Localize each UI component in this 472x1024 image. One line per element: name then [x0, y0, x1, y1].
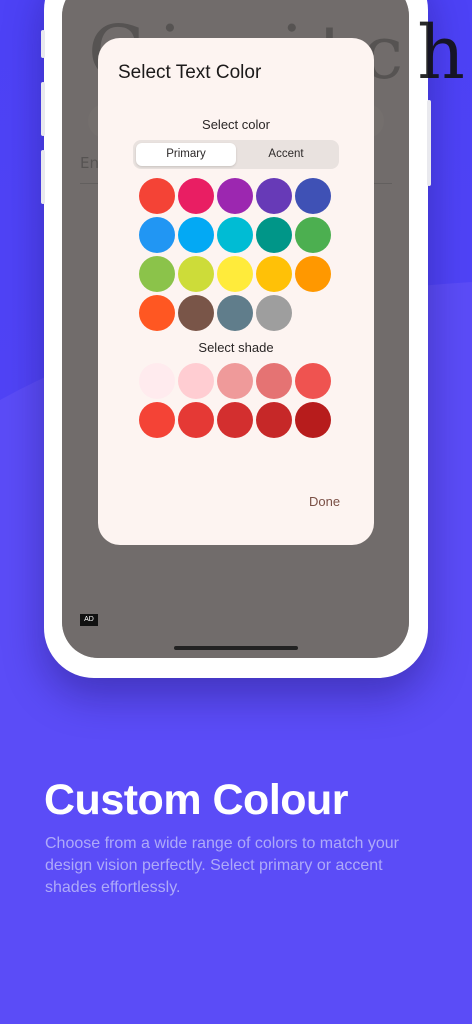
color-swatch[interactable]: [295, 256, 331, 292]
shade-swatch[interactable]: [256, 402, 292, 438]
home-indicator: [174, 646, 298, 650]
shade-swatch[interactable]: [256, 363, 292, 399]
color-swatch[interactable]: [256, 217, 292, 253]
shade-swatch[interactable]: [295, 363, 331, 399]
palette-toggle: Primary Accent: [133, 140, 339, 169]
color-swatch[interactable]: [217, 256, 253, 292]
color-swatch[interactable]: [139, 217, 175, 253]
color-swatch[interactable]: [217, 178, 253, 214]
color-picker-dialog: Select Text Color Select color Primary A…: [98, 38, 374, 545]
color-swatch[interactable]: [217, 217, 253, 253]
color-swatch[interactable]: [139, 178, 175, 214]
color-swatch[interactable]: [295, 178, 331, 214]
done-button[interactable]: Done: [309, 494, 340, 509]
shade-swatch[interactable]: [178, 402, 214, 438]
shade-swatch[interactable]: [139, 363, 175, 399]
color-swatch[interactable]: [256, 178, 292, 214]
select-shade-label: Select shade: [198, 340, 274, 355]
shade-swatch[interactable]: [295, 402, 331, 438]
color-swatch[interactable]: [139, 256, 175, 292]
color-swatch[interactable]: [139, 295, 175, 331]
phone-side-button: [41, 82, 45, 136]
color-swatch[interactable]: [217, 295, 253, 331]
color-swatch[interactable]: [256, 256, 292, 292]
feature-description: Choose from a wide range of colors to ma…: [45, 835, 399, 896]
ad-badge: AD: [80, 614, 98, 626]
shade-swatch[interactable]: [178, 363, 214, 399]
shade-swatch[interactable]: [217, 363, 253, 399]
phone-side-button: [41, 150, 45, 204]
color-swatch[interactable]: [178, 295, 214, 331]
phone-side-button: [41, 30, 45, 58]
color-swatch-grid: [139, 178, 331, 331]
tab-primary[interactable]: Primary: [136, 143, 236, 166]
dialog-title: Select Text Color: [118, 62, 262, 83]
phone-side-button: [427, 100, 431, 186]
color-swatch[interactable]: [295, 217, 331, 253]
color-swatch[interactable]: [178, 256, 214, 292]
tab-accent[interactable]: Accent: [236, 143, 336, 166]
feature-headline: Custom Colour: [44, 776, 349, 824]
shade-swatch[interactable]: [217, 402, 253, 438]
color-swatch[interactable]: [178, 178, 214, 214]
color-swatch[interactable]: [256, 295, 292, 331]
color-swatch[interactable]: [178, 217, 214, 253]
shade-swatch-grid: [139, 363, 331, 438]
shade-swatch[interactable]: [139, 402, 175, 438]
select-color-label: Select color: [202, 117, 270, 132]
